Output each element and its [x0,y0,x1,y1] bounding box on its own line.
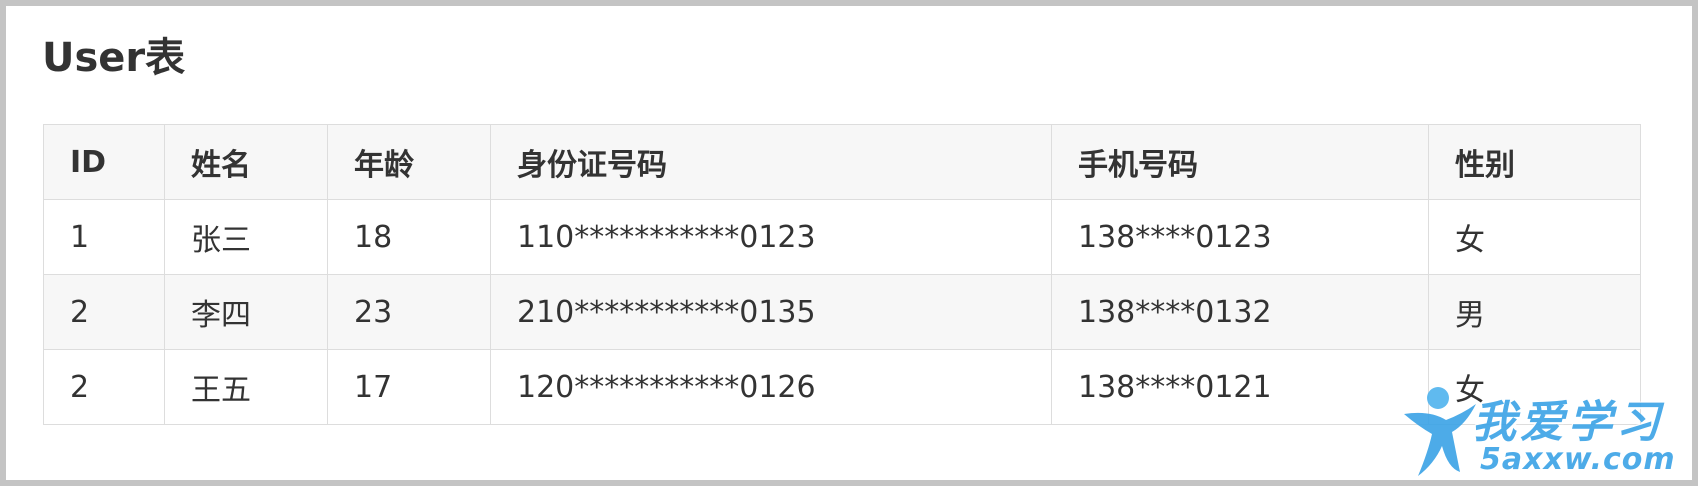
cell-gender: 女 [1428,199,1641,275]
column-header-id-number: 身份证号码 [490,124,1052,200]
watermark-logo: 我爱学习 5axxw.com [1400,380,1690,480]
column-header-gender: 性别 [1428,124,1641,200]
cell-id-number: 110***********0123 [490,199,1052,275]
cell-age: 17 [327,349,491,425]
page-title: User表 [42,35,186,81]
cell-phone: 138****0132 [1051,274,1429,350]
cell-id: 1 [43,199,165,275]
cell-phone: 138****0123 [1051,199,1429,275]
cell-gender: 男 [1428,274,1641,350]
column-header-phone: 手机号码 [1051,124,1429,200]
cell-age: 23 [327,274,491,350]
table-header-row: ID 姓名 年龄 身份证号码 手机号码 性别 [43,124,1641,200]
running-person-icon [1400,380,1480,480]
table-row: 2 李四 23 210***********0135 138****0132 男 [43,274,1641,350]
cell-name: 王五 [164,349,328,425]
watermark-site-text: 5axxw.com [1480,442,1676,477]
cell-name: 张三 [164,199,328,275]
cell-age: 18 [327,199,491,275]
column-header-name: 姓名 [164,124,328,200]
column-header-age: 年龄 [327,124,491,200]
cell-phone: 138****0121 [1051,349,1429,425]
cell-name: 李四 [164,274,328,350]
cell-id-number: 120***********0126 [490,349,1052,425]
cell-id: 2 [43,349,165,425]
cell-id-number: 210***********0135 [490,274,1052,350]
cell-id: 2 [43,274,165,350]
column-header-id: ID [43,124,165,200]
table-row: 1 张三 18 110***********0123 138****0123 女 [43,199,1641,275]
watermark-main-text: 我爱学习 [1472,397,1664,448]
